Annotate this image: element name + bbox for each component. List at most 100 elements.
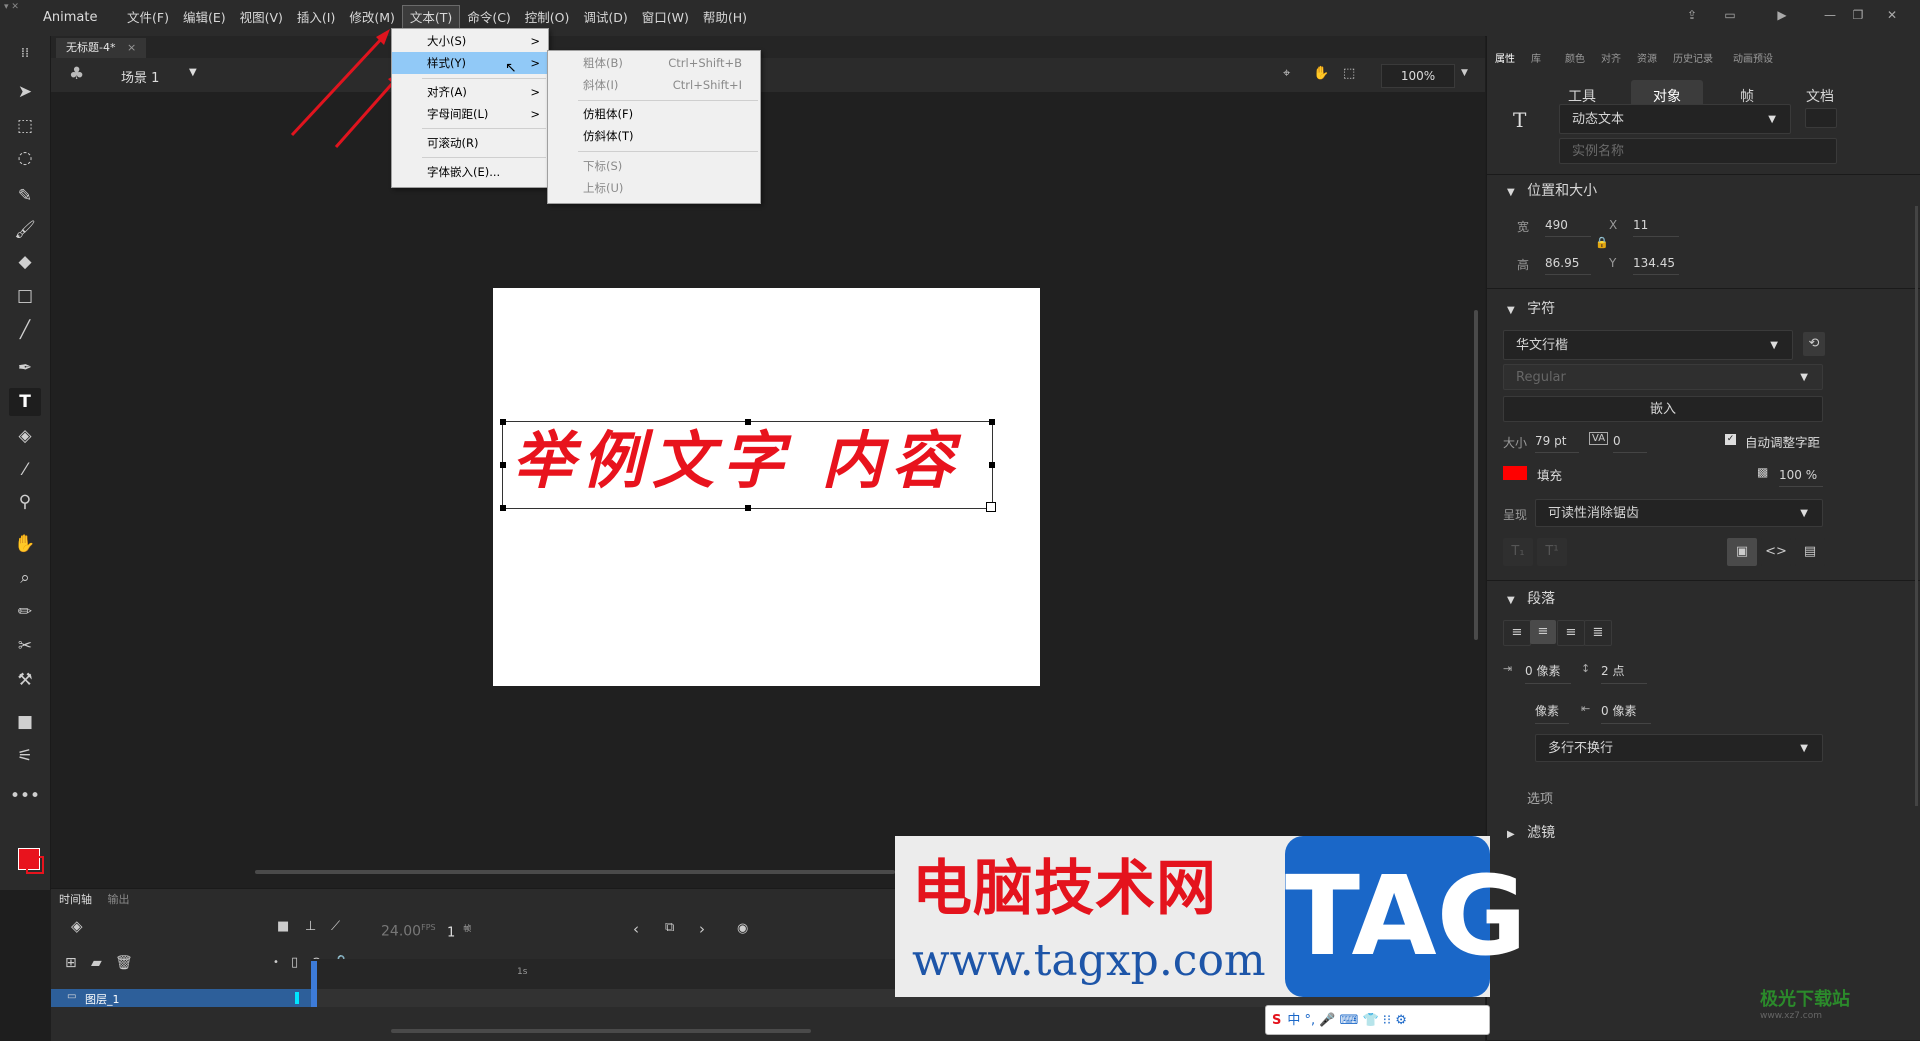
instance-name-input[interactable]: 实例名称: [1559, 138, 1837, 164]
x-value[interactable]: 11: [1633, 218, 1679, 237]
next-keyframe-icon[interactable]: ›: [699, 920, 705, 938]
font-style-select[interactable]: Regular ▼: [1503, 364, 1823, 390]
right-margin-value[interactable]: 0 像素: [1601, 702, 1651, 724]
lasso-tool-icon[interactable]: ◌: [9, 144, 41, 172]
section-paragraph[interactable]: ▼ 段落: [1507, 588, 1555, 608]
handle-bm[interactable]: [745, 505, 751, 511]
timeline-scrollbar[interactable]: [391, 1029, 811, 1033]
rotate-icon[interactable]: ✋: [1313, 66, 1329, 81]
superscript-icon[interactable]: T¹: [1537, 538, 1567, 566]
layer-row[interactable]: ▭ 图层_1: [51, 989, 311, 1007]
text-menu-style[interactable]: 样式(Y) >: [392, 52, 548, 74]
more-tools-icon[interactable]: •••: [9, 782, 41, 810]
hierarchy-icon[interactable]: ⊥: [305, 919, 316, 934]
style-bold[interactable]: 粗体(B) Ctrl+Shift+B: [548, 52, 760, 74]
camera-icon[interactable]: ■: [277, 919, 289, 934]
share-icon[interactable]: ⇪: [1680, 6, 1704, 24]
close-icon[interactable]: ✕: [1880, 6, 1904, 24]
handle-tr[interactable]: [989, 419, 995, 425]
selection-tool-icon[interactable]: ➤: [9, 78, 41, 106]
subscript-icon[interactable]: T₁: [1503, 538, 1533, 566]
line-tool-icon[interactable]: ╱: [9, 316, 41, 344]
y-value[interactable]: 134.45: [1633, 256, 1679, 275]
pencil-tool-icon[interactable]: ✏: [9, 598, 41, 626]
text-menu-scrollable[interactable]: 可滚动(R): [392, 132, 548, 154]
style-superscript[interactable]: 上标(U): [548, 177, 760, 199]
height-value[interactable]: 86.95: [1545, 256, 1591, 275]
stroke-color-swatch[interactable]: [26, 856, 44, 874]
tab-timeline[interactable]: 时间轴: [59, 893, 92, 906]
handle-tm[interactable]: [745, 419, 751, 425]
style-faux-bold[interactable]: 仿粗体(F): [548, 103, 760, 125]
outline-icon[interactable]: ▯: [291, 955, 298, 970]
pen-tool-icon[interactable]: ✒: [9, 354, 41, 382]
tab-output[interactable]: 输出: [108, 893, 130, 906]
text-menu-font-embed[interactable]: 字体嵌入(E)...: [392, 161, 548, 183]
text-type-select[interactable]: 动态文本 ▼: [1559, 104, 1791, 134]
text-menu-letter-spacing[interactable]: 字母间距(L) >: [392, 103, 548, 125]
layers-icon[interactable]: ◈: [71, 917, 83, 935]
highlight-dot-icon[interactable]: •: [273, 957, 279, 968]
playhead[interactable]: [311, 961, 317, 1007]
eyedropper-tool-icon[interactable]: ⁄: [9, 456, 41, 484]
fill-color-swatch[interactable]: [1503, 466, 1527, 480]
layer-name[interactable]: 图层_1: [85, 991, 120, 1007]
delete-layer-icon[interactable]: 🗑: [115, 955, 133, 971]
tab-library[interactable]: 库: [1531, 50, 1541, 65]
scene-chevron-down-icon[interactable]: ▼: [189, 67, 197, 78]
rectangle-tool-icon[interactable]: □: [9, 282, 41, 310]
zoom-chevron-down-icon[interactable]: ▼: [1461, 68, 1468, 78]
align-left-icon[interactable]: ≡: [1503, 620, 1531, 646]
clip-icon[interactable]: ⬚: [1343, 66, 1355, 81]
text-tool-icon[interactable]: T: [9, 388, 41, 416]
handle-bl[interactable]: [500, 505, 506, 511]
style-faux-italic[interactable]: 仿斜体(T): [548, 125, 760, 147]
graph-icon[interactable]: ⟋: [331, 919, 340, 934]
stage-vertical-scrollbar[interactable]: [1474, 310, 1478, 640]
stage-horizontal-scrollbar[interactable]: [255, 870, 895, 874]
brush-tool-icon[interactable]: ✎: [9, 182, 41, 210]
current-frame[interactable]: 1帧: [447, 923, 471, 940]
section-filter[interactable]: ▶ 滤镜: [1507, 822, 1555, 842]
new-layer-icon[interactable]: ⊞: [65, 955, 77, 971]
new-folder-icon[interactable]: ▰: [91, 955, 102, 971]
embed-button[interactable]: 嵌入: [1503, 396, 1823, 422]
center-stage-icon[interactable]: ⌖: [1283, 66, 1290, 81]
camera-tool-icon[interactable]: ■: [9, 708, 41, 736]
behavior-select[interactable]: 多行不换行 ▼: [1535, 734, 1823, 762]
style-subscript[interactable]: 下标(S): [548, 155, 760, 177]
line-spacing-value[interactable]: 2 点: [1601, 662, 1647, 684]
prev-keyframe-icon[interactable]: ‹: [633, 920, 639, 938]
auto-kern-checkbox[interactable]: ✓: [1725, 434, 1736, 445]
minimize-icon[interactable]: —: [1818, 6, 1842, 24]
text-menu-size[interactable]: 大小(S) >: [392, 30, 548, 52]
section-character[interactable]: ▼ 字符: [1507, 298, 1555, 318]
section-options[interactable]: 选项: [1527, 788, 1553, 807]
font-sync-icon[interactable]: ⟲: [1803, 332, 1825, 356]
test-movie-icon[interactable]: ▶: [1770, 6, 1794, 24]
zoom-tool-icon[interactable]: ⌕: [9, 564, 41, 592]
ime-toolbar[interactable]: S 中 °, 🎤 ⌨ 👕 ⁝⁝ ⚙: [1265, 1005, 1490, 1035]
text-orientation-button[interactable]: [1805, 108, 1837, 128]
document-tab-close-icon[interactable]: ×: [127, 41, 136, 54]
show-border-icon[interactable]: ▤: [1795, 538, 1825, 566]
asset-warp-tool-icon[interactable]: ✂: [9, 632, 41, 660]
panel-scrollbar[interactable]: [1915, 206, 1918, 806]
paint-brush-tool-icon[interactable]: 🖌: [9, 216, 41, 244]
tab-properties[interactable]: 属性: [1495, 50, 1515, 65]
text-bounding-box[interactable]: [500, 419, 996, 512]
zoom-field[interactable]: 100%: [1381, 64, 1455, 88]
menu-help[interactable]: 帮助(H): [696, 0, 754, 36]
text-menu-align[interactable]: 对齐(A) >: [392, 81, 548, 103]
hand-tool-icon[interactable]: ✋: [9, 530, 41, 558]
fluid-brush-tool-icon[interactable]: ⚟: [9, 742, 41, 770]
render-select[interactable]: 可读性消除锯齿 ▼: [1535, 499, 1823, 527]
selectable-icon[interactable]: ▣: [1727, 538, 1757, 566]
menu-window[interactable]: 窗口(W): [635, 0, 696, 36]
style-italic[interactable]: 斜体(I) Ctrl+Shift+I: [548, 74, 760, 96]
align-right-icon[interactable]: ≡: [1557, 620, 1585, 646]
fps-value[interactable]: 24.00FPS: [381, 923, 436, 940]
alpha-value[interactable]: 100 %: [1779, 468, 1823, 487]
align-center-icon[interactable]: ≡: [1530, 620, 1556, 644]
tab-align[interactable]: 对齐: [1601, 50, 1621, 65]
